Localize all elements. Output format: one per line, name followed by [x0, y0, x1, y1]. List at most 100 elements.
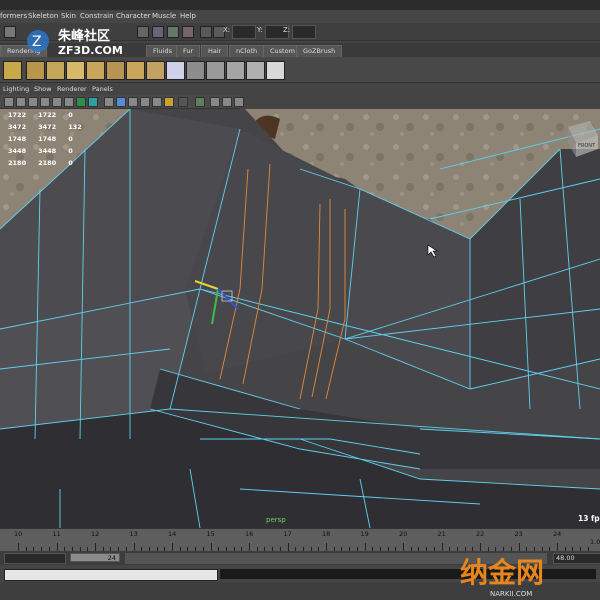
title-strip: [0, 0, 600, 10]
hud-cell: 2180: [8, 159, 27, 167]
hud-cell: 2180: [38, 159, 57, 167]
timeline-tick-label: 16: [245, 530, 254, 538]
shelf-gozbrush-icon[interactable]: [266, 61, 285, 80]
shelf-checker-icon[interactable]: [186, 61, 205, 80]
shelf-bake-icon[interactable]: [126, 61, 145, 80]
tab-hair[interactable]: Hair: [201, 45, 229, 57]
timeline-tick-label: 23: [514, 530, 523, 538]
scene-icon[interactable]: [4, 26, 16, 38]
timeline-tick: [557, 543, 558, 551]
shelf-checker3-icon[interactable]: [226, 61, 245, 80]
view-cube-label: FRONT: [578, 143, 596, 149]
light-bulb-icon[interactable]: [164, 97, 174, 107]
timeline-tick-label: 19: [360, 530, 369, 538]
shelf-material-icon[interactable]: [46, 61, 65, 80]
x-label: X:: [223, 26, 231, 34]
cube-icon[interactable]: [116, 97, 126, 107]
tab-gozbrush[interactable]: GoZBrush: [296, 45, 343, 57]
panel-menu-lighting[interactable]: Lighting: [3, 85, 29, 93]
menu-character[interactable]: Character: [116, 12, 151, 20]
hud-cell: 0: [68, 111, 73, 119]
hud-cell: 3472: [8, 123, 27, 131]
range-end-field[interactable]: 24: [70, 553, 120, 562]
grid-icon[interactable]: [104, 97, 114, 107]
hud-cell: 1722: [38, 111, 57, 119]
hud-row: 3472 3472 132: [8, 123, 92, 133]
film-gate-icon[interactable]: [178, 97, 188, 107]
camera-icon[interactable]: [195, 97, 205, 107]
menu-skin[interactable]: Skin: [61, 12, 76, 20]
watermark-brand-bottom: 纳金网: [460, 556, 544, 589]
timeline-tick-label: 18: [322, 530, 331, 538]
panel-menu-panels[interactable]: Panels: [92, 85, 113, 93]
resolution-gate-icon[interactable]: [210, 97, 220, 107]
shelf-camera-icon[interactable]: [26, 61, 45, 80]
x-field[interactable]: [232, 25, 256, 39]
hud-cell: 3448: [8, 147, 27, 155]
shelf-sphere-icon[interactable]: [166, 61, 185, 80]
timeline-tick: [518, 543, 520, 551]
main-menubar: formers Skeleton Skin Constrain Characte…: [0, 10, 600, 23]
command-input[interactable]: [4, 569, 218, 581]
menu-deformers[interactable]: formers: [0, 12, 27, 20]
hud-cell: 1722: [8, 111, 27, 119]
shelf-sample-icon[interactable]: [146, 61, 165, 80]
hud-row: 1748 1748 0: [8, 135, 92, 145]
timeline-tick: [326, 543, 327, 551]
timeline-tick: [441, 543, 443, 551]
shelf-checker2-icon[interactable]: [206, 61, 225, 80]
shelf: [0, 57, 600, 83]
timeline-tick-label: 14: [168, 530, 177, 538]
menu-constrain[interactable]: Constrain: [80, 12, 114, 20]
panel-menu-show[interactable]: Show: [34, 85, 52, 93]
hud-cell: 0: [68, 147, 73, 155]
texture-sample-icon[interactable]: [140, 97, 150, 107]
shelf-texture-icon[interactable]: [66, 61, 85, 80]
snap-icon[interactable]: [200, 26, 212, 38]
hud-cell: 3448: [38, 147, 57, 155]
wireframe-icon[interactable]: [4, 97, 14, 107]
shelf-light-icon[interactable]: [3, 61, 22, 80]
sphere-icon[interactable]: [152, 97, 162, 107]
hud-row: 3448 3448 0: [8, 147, 92, 157]
camera-label: persp: [266, 516, 286, 524]
timeline-current-value[interactable]: 1.0: [590, 538, 600, 546]
timeline-tick-label: 13: [129, 530, 138, 538]
share-icon[interactable]: [234, 97, 244, 107]
isolate-icon[interactable]: [88, 97, 98, 107]
poly-count-hud: 1722 1722 0 3472 3472 132 1748 1748 0 3448 3448…: [6, 109, 94, 171]
timeline-tick: [287, 543, 289, 551]
checker-icon[interactable]: [128, 97, 138, 107]
menu-muscle[interactable]: Muscle: [152, 12, 176, 20]
textured-icon[interactable]: [40, 97, 50, 107]
shelf-checker4-icon[interactable]: [246, 61, 265, 80]
z-field[interactable]: [292, 25, 316, 39]
z-label: Z:: [283, 26, 291, 34]
menu-skeleton[interactable]: Skeleton: [28, 12, 58, 20]
timeline-tick-label: 22: [476, 530, 485, 538]
fps-readout: 13 fp: [578, 514, 600, 523]
tab-ncloth[interactable]: nCloth: [229, 45, 265, 57]
shelf-render-layer-icon[interactable]: [86, 61, 105, 80]
panel-menubar: Lighting Show Renderer Panels: [0, 84, 240, 94]
smooth-shade-icon[interactable]: [16, 97, 26, 107]
shelf-shader-icon[interactable]: [106, 61, 125, 80]
safe-area-icon[interactable]: [222, 97, 232, 107]
wire-on-shaded-icon[interactable]: [28, 97, 38, 107]
hud-cell: 1748: [8, 135, 27, 143]
timeline-tick: [18, 543, 19, 551]
time-slider[interactable]: 10 11 12 13 14 15 16 17 18 19 20 21 22 23 24 1.0: [0, 528, 600, 551]
panel-toolbar: [0, 95, 244, 109]
narkii-watermark-logo: 纳金网 NARKII.COM: [460, 556, 544, 598]
xray-icon[interactable]: [76, 97, 86, 107]
timeline-tick-label: 10: [14, 530, 23, 538]
shadows-icon[interactable]: [64, 97, 74, 107]
panel-menu-renderer[interactable]: Renderer: [57, 85, 87, 93]
lights-icon[interactable]: [52, 97, 62, 107]
timeline-tick-label: 12: [91, 530, 100, 538]
hud-row: 1722 1722 0: [8, 111, 92, 121]
range-start-field[interactable]: [4, 553, 66, 564]
timeline-tick: [364, 543, 366, 551]
menu-help[interactable]: Help: [180, 12, 196, 20]
3d-viewport[interactable]: FRONT 1722 1722 0 3472 3472 132 1748 1748 0 34…: [0, 109, 600, 528]
